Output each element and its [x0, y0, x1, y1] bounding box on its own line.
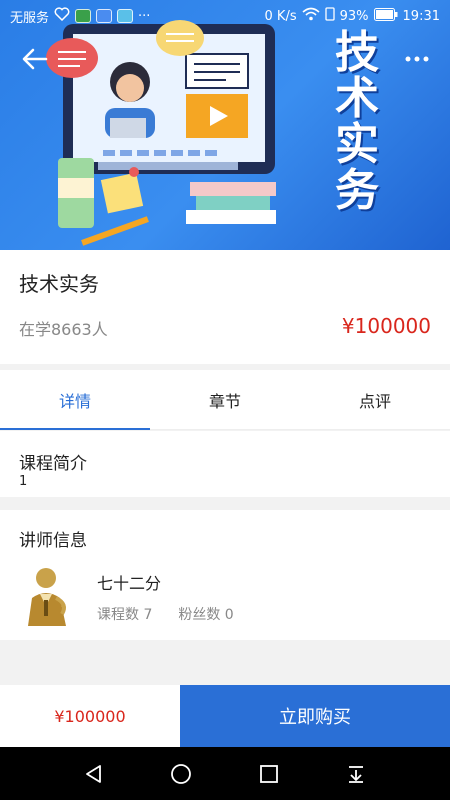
- detail-tabs: 详情 章节 点评: [0, 370, 450, 430]
- heart-icon: [54, 7, 70, 25]
- triangle-back-icon: [85, 764, 101, 783]
- banner-title-char: 技: [335, 27, 379, 78]
- music-notification-icon: [96, 9, 113, 23]
- course-info-card: 技术实务 在学8663人 ¥100000: [0, 250, 450, 364]
- battery-icon: [373, 7, 398, 25]
- more-button[interactable]: [400, 42, 434, 76]
- arrow-left-icon: [22, 48, 48, 70]
- system-nav-bar: [0, 747, 450, 800]
- intro-text: 1: [19, 474, 28, 489]
- status-bar: 无服务 ··· 0 K/s 93% 19:31: [0, 0, 450, 32]
- app-notification-icon: [75, 9, 92, 23]
- status-left: 无服务 ···: [10, 7, 150, 26]
- nav-back-button[interactable]: [74, 754, 114, 794]
- battery-percent: 93%: [339, 8, 369, 24]
- clock: 19:31: [402, 8, 440, 24]
- sim-icon: [324, 7, 335, 25]
- course-intro-section: 课程简介 1: [0, 431, 450, 497]
- teacher-course-count: 课程数 7: [97, 607, 153, 623]
- circle-home-icon: [171, 763, 192, 784]
- net-speed: 0 K/s: [264, 8, 297, 24]
- square-recents-icon: [259, 764, 278, 783]
- course-banner: 技 术 实 务: [0, 0, 450, 250]
- wifi-icon: [302, 7, 320, 25]
- pull-down-icon: [349, 765, 364, 783]
- banner-title-char: 务: [335, 165, 379, 216]
- tab-details[interactable]: 详情: [0, 370, 150, 430]
- banner-title-char: 实: [335, 119, 379, 170]
- course-title: 技术实务: [19, 272, 99, 296]
- tab-reviews[interactable]: 点评: [300, 370, 450, 429]
- teacher-name[interactable]: 七十二分: [97, 570, 161, 594]
- carrier-text: 无服务: [10, 10, 50, 26]
- student-count: 在学8663人: [19, 320, 108, 339]
- teacher-section-title: 讲师信息: [19, 531, 87, 551]
- nav-notification-button[interactable]: [336, 754, 376, 794]
- tab-chapters[interactable]: 章节: [150, 370, 300, 429]
- back-button[interactable]: [18, 42, 52, 76]
- banner-title-char: 术: [335, 73, 379, 124]
- teacher-fan-count: 粉丝数 0: [178, 607, 234, 623]
- teacher-info-section: 讲师信息 七十二分 课程数 7 粉丝数 0: [0, 510, 450, 640]
- teacher-avatar[interactable]: [22, 564, 72, 628]
- purchase-bar: ¥100000 立即购买: [0, 685, 450, 747]
- intro-title: 课程简介: [19, 454, 87, 474]
- nav-recents-button[interactable]: [249, 754, 289, 794]
- course-price: ¥100000: [341, 314, 431, 338]
- buy-now-button[interactable]: 立即购买: [180, 685, 450, 747]
- more-dots-icon: [405, 56, 429, 62]
- bottom-price: ¥100000: [0, 685, 180, 747]
- browser-notification-icon: [117, 9, 134, 23]
- status-right: 0 K/s 93% 19:31: [265, 7, 440, 25]
- teacher-stats: 课程数 7 粉丝数 0: [97, 604, 234, 624]
- more-notifications: ···: [138, 8, 151, 24]
- banner-title: 技 术 实 务: [330, 30, 384, 214]
- nav-home-button[interactable]: [161, 754, 201, 794]
